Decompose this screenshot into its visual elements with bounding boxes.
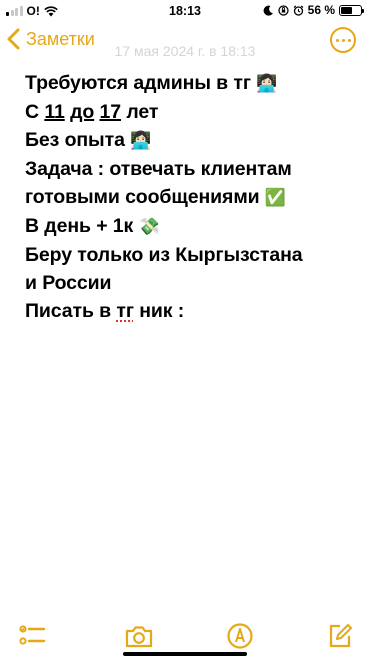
status-bar: O! 18:13 56 % <box>0 0 370 22</box>
note-text: Без опыта <box>25 129 125 151</box>
technologist-emoji: 👩🏻‍💻 <box>256 74 278 93</box>
money-wings-emoji: 💸 <box>138 217 160 236</box>
note-line: Писать в тг ник : <box>25 297 355 325</box>
note-line: готовыми сообщениями ✅ <box>25 183 355 212</box>
chevron-left-icon <box>7 28 20 50</box>
note-text: ник : <box>139 300 185 322</box>
more-options-button[interactable] <box>330 27 356 53</box>
note-text: лет <box>126 101 159 123</box>
misspelled-word[interactable]: тг <box>116 300 134 322</box>
note-line: Без опыта 👩🏻‍💻 <box>25 126 355 155</box>
back-button[interactable]: Заметки <box>6 28 95 50</box>
note-text: Требуются админы в тг <box>25 72 251 94</box>
note-text: С <box>25 101 39 123</box>
more-dot <box>341 38 345 42</box>
note-text: Беру только из Кыргызстана <box>25 244 303 266</box>
nav-bar: 17 мая 2024 г. в 18:13 Заметки <box>0 22 370 62</box>
note-text: Задача : отвечать клиентам <box>25 158 292 180</box>
bottom-toolbar <box>0 618 370 654</box>
alarm-icon <box>293 5 304 16</box>
more-dot <box>335 38 339 42</box>
moon-icon <box>263 5 273 16</box>
check-mark-emoji: ✅ <box>264 188 286 207</box>
checklist-button[interactable] <box>18 622 46 650</box>
note-line: В день + 1к 💸 <box>25 212 355 241</box>
date-link[interactable]: до <box>70 101 94 123</box>
home-indicator[interactable] <box>123 652 247 656</box>
note-text: и России <box>25 272 112 294</box>
battery-fill <box>341 6 352 14</box>
note-line: С 11 до 17 лет <box>25 98 355 126</box>
note-line: и России <box>25 269 355 297</box>
number-link[interactable]: 11 <box>44 101 65 123</box>
note-line: Задача : отвечать клиентам <box>25 155 355 183</box>
compose-icon <box>329 624 352 648</box>
note-text: Писать в <box>25 300 112 322</box>
orientation-lock-icon <box>277 4 289 16</box>
note-text: готовыми сообщениями <box>25 186 260 208</box>
checklist-icon <box>19 625 46 645</box>
number-link[interactable]: 17 <box>99 101 121 123</box>
camera-button[interactable] <box>124 622 154 650</box>
markup-button[interactable] <box>226 622 254 650</box>
back-label: Заметки <box>26 28 95 49</box>
markup-icon <box>227 623 253 649</box>
camera-icon <box>125 626 153 648</box>
more-dot <box>347 38 351 42</box>
technologist-emoji: 👩🏻‍💻 <box>130 131 152 150</box>
battery-icon <box>339 4 364 16</box>
note-body[interactable]: Требуются админы в тг 👩🏻‍💻 С 11 до 17 ле… <box>25 69 355 325</box>
note-text: В день + 1к <box>25 215 134 237</box>
note-line: Беру только из Кыргызстана <box>25 241 355 269</box>
status-right: 56 % <box>263 3 364 17</box>
note-line: Требуются админы в тг 👩🏻‍💻 <box>25 69 355 98</box>
battery-percent: 56 % <box>307 3 335 17</box>
compose-button[interactable] <box>326 622 354 650</box>
